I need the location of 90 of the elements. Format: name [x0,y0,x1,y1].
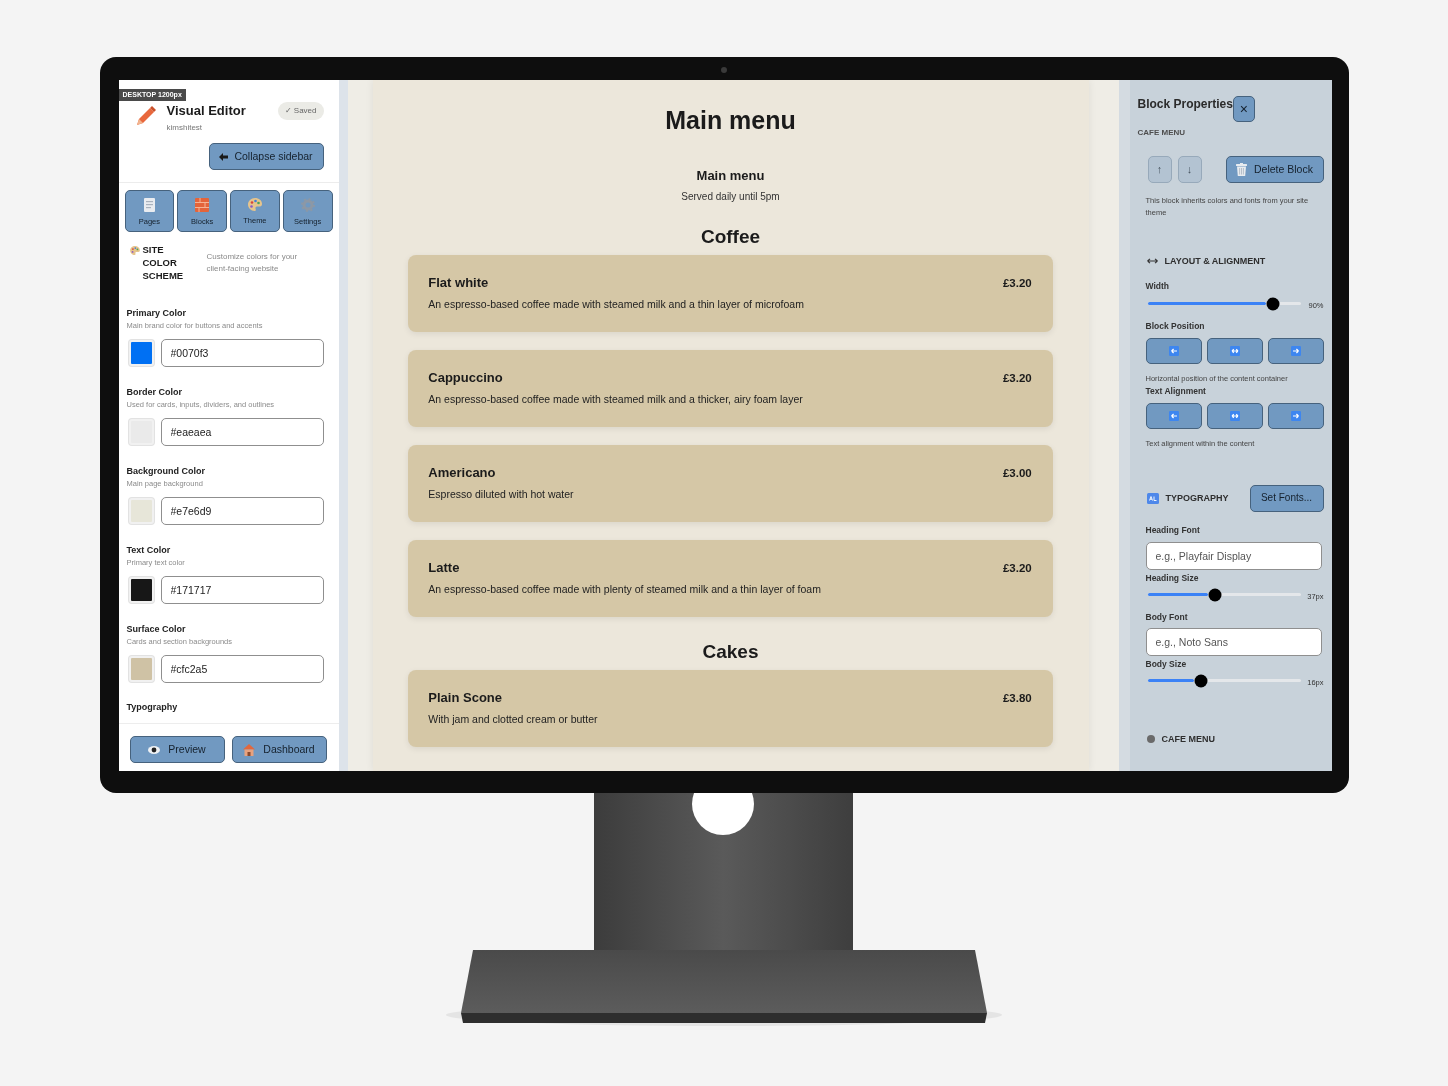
left-arrow-icon [1168,410,1179,421]
right-arrow-icon [1290,410,1301,421]
left-right-arrow-icon [1146,258,1158,264]
item-price: £3.20 [1002,371,1032,386]
dashboard-button[interactable]: Dashboard [231,736,327,763]
preview-button[interactable]: Preview [129,736,225,763]
position-right-button[interactable] [1267,338,1324,364]
item-description: An espresso-based coffee made with steamed milk and a thicker, airy foam layer [428,392,804,406]
bricks-icon [195,198,210,212]
item-price: £3.80 [1002,691,1032,706]
item-price: £3.20 [1002,561,1032,576]
field-label: Background Color [126,465,206,477]
section-heading: Coffee [699,225,762,249]
dot-icon [1146,734,1155,743]
align-right-button[interactable] [1267,402,1324,429]
item-name: Latte [428,560,460,576]
item-name: Flat white [428,275,489,291]
font-tile-icon [1146,492,1159,504]
align-left-button[interactable] [1145,402,1202,429]
color-input[interactable]: #0070f3 [160,339,324,368]
house-icon [243,743,256,756]
document-icon [143,198,155,212]
double-arrow-icon [1229,346,1240,356]
pencil-icon [135,104,156,126]
field-label: Body Size [1144,659,1188,670]
item-description: An espresso-based coffee made with steamed milk and a thin layer of microfoam [428,297,805,311]
palette-icon [247,198,262,211]
section-description: Customize colors for your client-facing website [206,251,299,276]
item-price: £3.20 [1002,276,1032,291]
field-label: Width [1144,281,1171,292]
field-label: Text Alignment [1144,386,1207,397]
field-label: Body Font [1144,612,1189,623]
field-label: Primary Color [126,307,188,320]
align-center-button[interactable] [1206,402,1263,429]
item-name: Plain Scone [428,690,502,706]
font-input[interactable]: e.g., Noto Sans [1145,627,1322,656]
palette-icon [129,246,140,255]
position-center-button[interactable] [1206,338,1263,364]
item-description: With jam and clotted cream or butter [428,712,599,726]
slider-thumb[interactable] [1208,588,1222,601]
menu-title: Main menu [695,168,766,184]
saved-status: ✓ Saved [277,102,324,120]
close-button[interactable]: × [1232,96,1255,122]
double-arrow-icon [1229,410,1240,421]
item-price: £3.00 [1002,466,1032,481]
slider-thumb[interactable] [1194,674,1208,687]
section-title: TYPOGRAPHY [1165,492,1229,504]
item-description: Espresso diluted with hot water [428,487,575,501]
position-left-button[interactable] [1145,338,1202,364]
color-swatch-icon[interactable] [128,419,154,446]
section-title: SITE COLOR SCHEME [142,244,185,283]
field-label: Heading Font [1144,525,1201,536]
field-label: Surface Color [126,622,187,635]
field-label: Heading Size [1144,573,1200,584]
delete-block-button[interactable]: Delete Block [1225,156,1324,183]
username: kimshitest [166,122,204,133]
trash-icon [1236,163,1247,176]
field-label: Typography [126,701,179,714]
block-list-item[interactable]: CAFE MENU [1161,732,1215,745]
gear-icon [300,198,315,212]
item-name: Americano [428,465,496,481]
collapse-sidebar-button[interactable]: Collapse sidebar [208,143,324,170]
editor-title: Visual Editor [166,103,247,119]
left-arrow-icon [219,152,229,161]
webcam-icon [720,67,727,73]
color-swatch-icon[interactable] [128,576,154,603]
color-input[interactable]: #171717 [160,575,324,604]
font-input[interactable]: e.g., Playfair Display [1145,541,1322,570]
left-arrow-icon [1168,346,1179,356]
color-input[interactable]: #e7e6d9 [160,497,324,525]
color-input[interactable]: #cfc2a5 [160,654,324,683]
section-heading: Cakes [701,640,760,664]
color-input[interactable]: #eaeaea [160,418,324,447]
field-label: Border Color [126,386,183,399]
block-name: CAFE MENU [1137,128,1187,138]
set-fonts-button[interactable]: Set Fonts... [1249,484,1324,512]
page-title: Main menu [664,105,797,136]
menu-subtitle: Served daily until 5pm [680,190,781,204]
slider-thumb[interactable] [1266,297,1280,310]
item-description: An espresso-based coffee made with plenty of steamed milk and a thin layer of foam [428,582,822,596]
color-swatch-icon[interactable] [128,498,154,524]
eye-icon [148,745,161,754]
field-label: Block Position [1144,321,1206,332]
field-label: Text Color [126,543,172,556]
right-arrow-icon [1290,346,1301,356]
color-swatch-icon[interactable] [128,340,154,367]
section-title: LAYOUT & ALIGNMENT [1164,255,1266,267]
panel-title: Block Properties [1137,97,1233,111]
color-swatch-icon[interactable] [128,655,154,682]
item-name: Cappuccino [428,370,503,386]
